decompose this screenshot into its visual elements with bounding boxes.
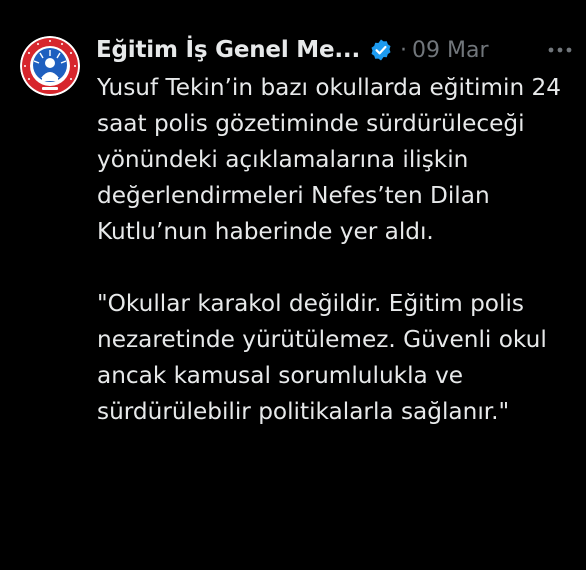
tweet-text: Yusuf Tekin’in bazı okullarda eğitimin 2… [97,70,567,430]
more-options-icon[interactable] [545,40,575,60]
union-logo-icon [20,36,80,96]
author-avatar[interactable] [20,36,80,96]
separator-dot: · [400,37,408,63]
tweet-paragraph-quote: "Okullar karakol değildir. Eğitim polis … [97,290,547,425]
tweet-header: Eğitim İş Genel Me... · 09 Mar [96,32,489,68]
author-name[interactable]: Eğitim İş Genel Me... [96,37,360,63]
verified-badge-icon [369,38,393,62]
tweet-paragraph: Yusuf Tekin’in bazı okullarda eğitimin 2… [97,74,562,245]
tweet-date[interactable]: 09 Mar [412,38,489,63]
tweet-card[interactable]: Eğitim İş Genel Me... · 09 Mar Yusuf Tek… [0,0,586,570]
